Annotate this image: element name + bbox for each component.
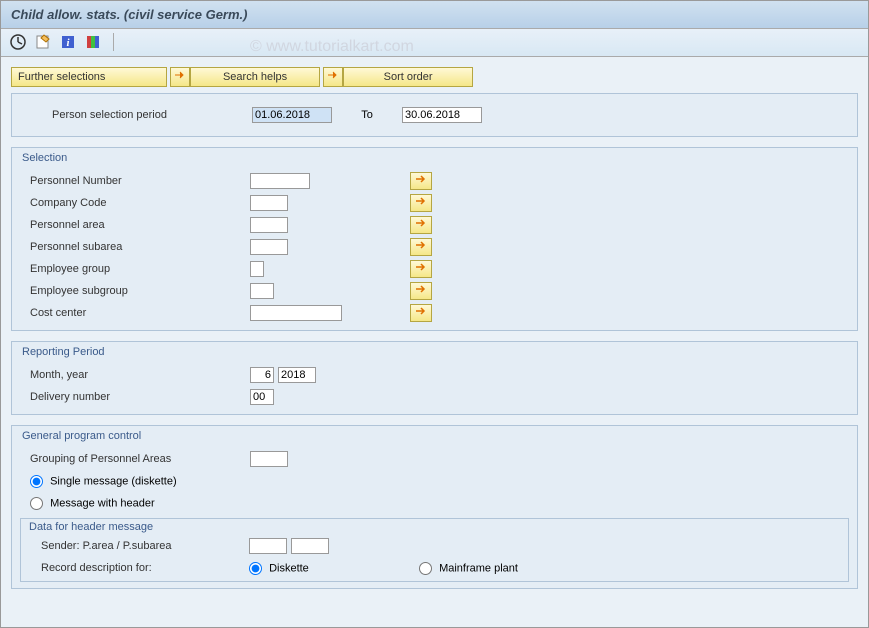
multiple-selection-button[interactable] — [410, 282, 432, 300]
general-program-control-title: General program control — [20, 430, 849, 442]
selection-field-input[interactable] — [250, 283, 274, 299]
message-with-header-radio[interactable] — [30, 497, 43, 510]
execute-icon[interactable] — [9, 33, 27, 51]
multiple-selection-button[interactable] — [410, 238, 432, 256]
general-program-control-group: General program control Grouping of Pers… — [11, 425, 858, 589]
selection-field-input[interactable] — [250, 195, 288, 211]
delivery-number-input[interactable] — [250, 389, 274, 405]
search-helps-arrow-icon[interactable] — [170, 67, 190, 87]
selection-row: Cost center — [20, 302, 849, 324]
reporting-period-title: Reporting Period — [20, 346, 849, 358]
grouping-input[interactable] — [250, 451, 288, 467]
period-from-input[interactable] — [252, 107, 332, 123]
year-input[interactable] — [278, 367, 316, 383]
mainframe-radio-label: Mainframe plant — [439, 562, 518, 574]
diskette-radio[interactable] — [249, 562, 262, 575]
sender-psubarea-input[interactable] — [291, 538, 329, 554]
content-area: Further selections Search helps Sort ord… — [1, 57, 868, 627]
selection-field-label: Personnel Number — [20, 175, 250, 187]
selection-field-label: Employee subgroup — [20, 285, 250, 297]
header-message-title: Data for header message — [27, 521, 842, 533]
to-label: To — [332, 109, 402, 121]
selection-row: Personnel subarea — [20, 236, 849, 258]
grouping-label: Grouping of Personnel Areas — [20, 453, 250, 465]
further-selections-button[interactable]: Further selections — [11, 67, 167, 87]
single-message-radio[interactable] — [30, 475, 43, 488]
selection-field-input[interactable] — [250, 261, 264, 277]
sort-order-arrow-icon[interactable] — [323, 67, 343, 87]
mainframe-radio[interactable] — [419, 562, 432, 575]
selection-row: Personnel Number — [20, 170, 849, 192]
selection-field-input[interactable] — [250, 217, 288, 233]
selection-group-title: Selection — [20, 152, 849, 164]
selection-field-input[interactable] — [250, 173, 310, 189]
person-selection-period-label: Person selection period — [32, 109, 252, 121]
app-toolbar: i — [1, 29, 868, 57]
info-icon[interactable]: i — [59, 33, 77, 51]
multiple-selection-button[interactable] — [410, 260, 432, 278]
selection-row: Employee subgroup — [20, 280, 849, 302]
month-input[interactable] — [250, 367, 274, 383]
selection-field-input[interactable] — [250, 239, 288, 255]
window-title: Child allow. stats. (civil service Germ.… — [1, 1, 868, 29]
delivery-number-label: Delivery number — [20, 391, 250, 403]
multiple-selection-button[interactable] — [410, 304, 432, 322]
multiple-selection-button[interactable] — [410, 194, 432, 212]
single-message-label: Single message (diskette) — [50, 475, 177, 487]
selection-row: Employee group — [20, 258, 849, 280]
record-description-label: Record description for: — [27, 562, 249, 574]
selection-field-input[interactable] — [250, 305, 342, 321]
selection-field-label: Personnel subarea — [20, 241, 250, 253]
message-with-header-label: Message with header — [50, 497, 155, 509]
period-to-input[interactable] — [402, 107, 482, 123]
month-year-label: Month, year — [20, 369, 250, 381]
selection-field-label: Personnel area — [20, 219, 250, 231]
selection-row: Company Code — [20, 192, 849, 214]
multiple-selection-button[interactable] — [410, 172, 432, 190]
variant-icon[interactable] — [34, 33, 52, 51]
selection-field-label: Company Code — [20, 197, 250, 209]
sender-parea-input[interactable] — [249, 538, 287, 554]
color-legend-icon[interactable] — [84, 33, 102, 51]
selection-row: Personnel area — [20, 214, 849, 236]
header-message-subgroup: Data for header message Sender: P.area /… — [20, 518, 849, 582]
diskette-radio-label: Diskette — [269, 562, 309, 574]
reporting-period-group: Reporting Period Month, year Delivery nu… — [11, 341, 858, 415]
selection-buttons-row: Further selections Search helps Sort ord… — [11, 67, 858, 87]
toolbar-separator — [113, 33, 114, 51]
search-helps-button[interactable]: Search helps — [190, 67, 320, 87]
multiple-selection-button[interactable] — [410, 216, 432, 234]
sort-order-button[interactable]: Sort order — [343, 67, 473, 87]
period-panel: Person selection period To — [11, 93, 858, 137]
selection-field-label: Cost center — [20, 307, 250, 319]
sender-label: Sender: P.area / P.subarea — [27, 540, 249, 552]
selection-field-label: Employee group — [20, 263, 250, 275]
selection-group: Selection Personnel Number Company Code Pe… — [11, 147, 858, 331]
